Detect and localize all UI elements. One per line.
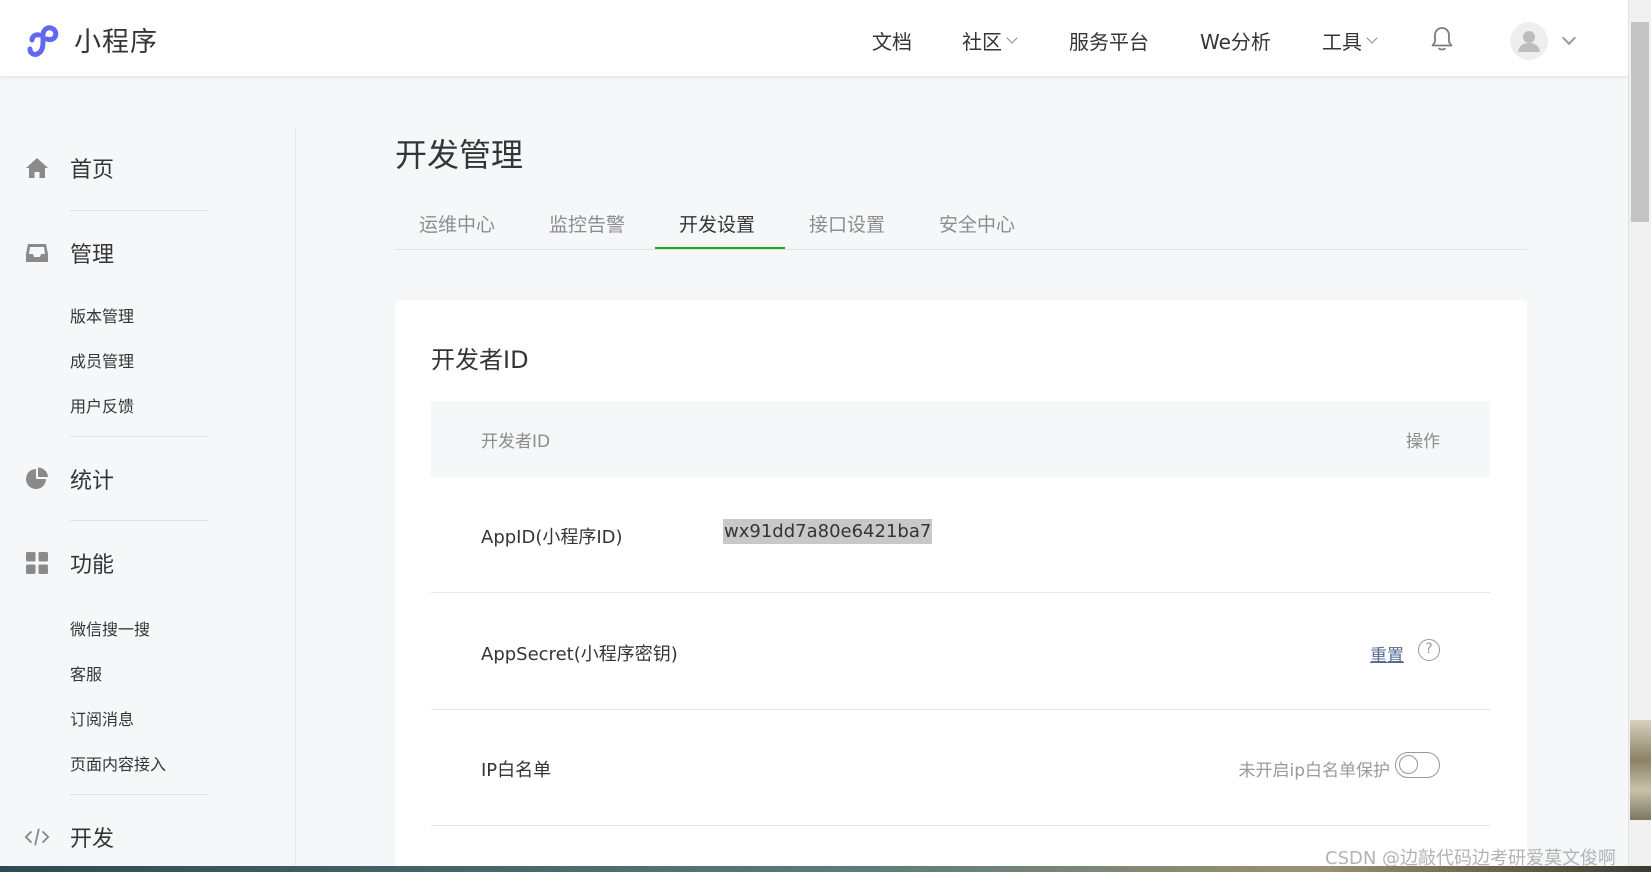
table-header: 开发者ID 操作 bbox=[431, 401, 1490, 477]
sidebar-item-version-manage[interactable]: 版本管理 bbox=[70, 303, 134, 327]
table-row-appsecret: AppSecret(小程序密钥) 重置 ? bbox=[431, 594, 1490, 710]
nav-we-analytics[interactable]: We分析 bbox=[1200, 26, 1271, 55]
nav-we-analytics-label: We分析 bbox=[1200, 30, 1271, 54]
app-title: 小程序 bbox=[74, 27, 158, 58]
sidebar-item-page-content[interactable]: 页面内容接入 bbox=[70, 751, 166, 775]
sidebar-item-member-manage[interactable]: 成员管理 bbox=[70, 348, 134, 372]
chevron-down-icon bbox=[1006, 31, 1018, 44]
sidebar-item-manage-label: 管理 bbox=[70, 243, 115, 268]
ip-whitelist-toggle[interactable] bbox=[1395, 752, 1440, 778]
sidebar-item-stats-label: 统计 bbox=[70, 469, 115, 494]
sidebar-item-develop[interactable]: 开发 bbox=[24, 821, 114, 853]
code-icon bbox=[24, 824, 50, 850]
nav-tools-label: 工具 bbox=[1322, 30, 1362, 54]
active-tab-indicator bbox=[655, 247, 785, 249]
sidebar-item-home-label: 首页 bbox=[70, 158, 115, 183]
toggle-knob bbox=[1399, 755, 1418, 774]
home-icon bbox=[24, 155, 50, 181]
account-chevron-down-icon[interactable] bbox=[1561, 30, 1577, 46]
appid-value[interactable]: wx91dd7a80e6421ba7 bbox=[723, 519, 933, 544]
nav-docs[interactable]: 文档 bbox=[872, 26, 912, 55]
appid-label: AppID(小程序ID) bbox=[481, 527, 623, 548]
tab-monitor-alert[interactable]: 监控告警 bbox=[549, 210, 625, 237]
sidebar-item-subscribe-msg[interactable]: 订阅消息 bbox=[70, 706, 134, 730]
sidebar-item-stats[interactable]: 统计 bbox=[24, 463, 114, 495]
desktop-background-peek bbox=[1630, 720, 1651, 820]
tab-api-settings[interactable]: 接口设置 bbox=[809, 210, 885, 237]
tab-security-center[interactable]: 安全中心 bbox=[939, 210, 1015, 237]
card-title: 开发者ID bbox=[431, 346, 529, 374]
tab-dev-settings[interactable]: 开发设置 bbox=[679, 210, 755, 237]
divider bbox=[70, 210, 208, 211]
miniprogram-logo-icon bbox=[27, 24, 59, 57]
column-header-action: 操作 bbox=[1406, 432, 1440, 452]
reset-secret-link[interactable]: 重置 bbox=[1370, 641, 1404, 666]
desktop-background-strip bbox=[0, 866, 1651, 872]
divider bbox=[70, 436, 208, 437]
app-logo[interactable]: 小程序 bbox=[24, 20, 158, 59]
ip-whitelist-status: 未开启ip白名单保护 bbox=[1238, 761, 1390, 781]
sidebar-item-user-feedback[interactable]: 用户反馈 bbox=[70, 393, 134, 417]
sidebar-item-wechat-search[interactable]: 微信搜一搜 bbox=[70, 616, 150, 640]
sidebar-item-home[interactable]: 首页 bbox=[24, 152, 114, 184]
nav-service-platform-label: 服务平台 bbox=[1069, 30, 1149, 54]
grid-icon bbox=[24, 550, 50, 576]
top-bar: 小程序 文档 社区 服务平台 We分析 工具 bbox=[0, 0, 1628, 77]
divider bbox=[70, 520, 208, 521]
nav-tools[interactable]: 工具 bbox=[1322, 26, 1378, 55]
help-icon[interactable]: ? bbox=[1418, 639, 1440, 661]
ip-whitelist-label: IP白名单 bbox=[481, 760, 552, 781]
sidebar-item-features[interactable]: 功能 bbox=[24, 547, 114, 579]
scrollbar-thumb[interactable] bbox=[1631, 22, 1649, 222]
nav-community[interactable]: 社区 bbox=[962, 26, 1018, 55]
inbox-icon bbox=[24, 240, 50, 266]
nav-docs-label: 文档 bbox=[872, 30, 912, 54]
nav-community-label: 社区 bbox=[962, 30, 1002, 54]
table-row-ip-whitelist: IP白名单 未开启ip白名单保护 bbox=[431, 710, 1490, 826]
table-row-appid: AppID(小程序ID) wx91dd7a80e6421ba7 bbox=[431, 477, 1490, 593]
tab-ops-center[interactable]: 运维中心 bbox=[419, 210, 495, 237]
sidebar-item-manage[interactable]: 管理 bbox=[24, 237, 114, 269]
tab-bar: 运维中心 监控告警 开发设置 接口设置 安全中心 bbox=[395, 200, 1527, 250]
page-title: 开发管理 bbox=[395, 136, 524, 174]
developer-id-card: 开发者ID 开发者ID 操作 AppID(小程序ID) wx91dd7a80e6… bbox=[395, 300, 1527, 866]
sidebar-item-customer-service[interactable]: 客服 bbox=[70, 661, 102, 685]
sidebar: 首页 管理 版本管理 成员管理 用户反馈 统计 功能 微信搜一搜 客服 订阅消息… bbox=[0, 126, 296, 872]
sidebar-item-develop-label: 开发 bbox=[70, 827, 115, 852]
pie-chart-icon bbox=[24, 466, 50, 492]
sidebar-item-features-label: 功能 bbox=[70, 553, 115, 578]
divider bbox=[70, 794, 208, 795]
vertical-scrollbar[interactable] bbox=[1628, 0, 1651, 872]
user-avatar-icon[interactable] bbox=[1510, 22, 1548, 60]
nav-service-platform[interactable]: 服务平台 bbox=[1069, 26, 1149, 55]
chevron-down-icon bbox=[1366, 31, 1378, 44]
appsecret-label: AppSecret(小程序密钥) bbox=[481, 644, 678, 665]
column-header-developer-id: 开发者ID bbox=[481, 432, 551, 452]
bell-icon[interactable] bbox=[1430, 26, 1454, 56]
